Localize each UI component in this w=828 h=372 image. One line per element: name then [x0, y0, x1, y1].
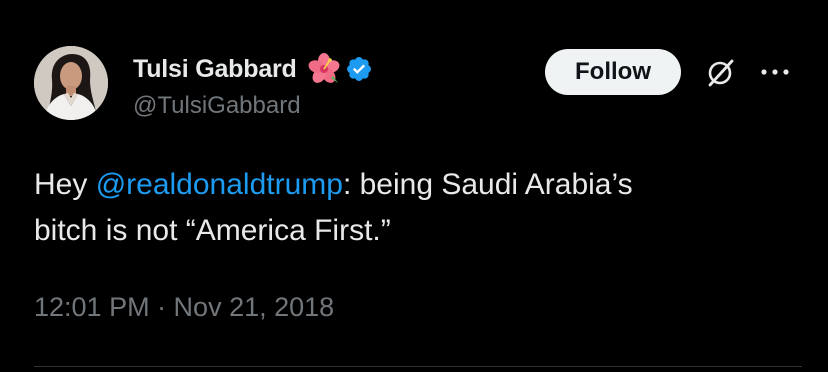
verified-badge-icon[interactable] [345, 55, 373, 83]
more-dots-icon[interactable] [758, 62, 792, 82]
grok-slash-icon[interactable] [703, 56, 737, 90]
tweet-line-1: Hey @realdonaldtrump: being Saudi Arabia… [34, 162, 804, 208]
display-name[interactable]: Tulsi Gabbard [133, 55, 297, 84]
divider [34, 366, 802, 367]
tweet-line-2: bitch is not “America First.” [34, 214, 391, 247]
tweet-text: Hey @realdonaldtrump: being Saudi Arabia… [34, 162, 804, 254]
tweet-text-prefix: Hey [34, 168, 96, 201]
avatar-photo [34, 46, 108, 120]
avatar[interactable] [34, 46, 108, 120]
follow-button[interactable]: Follow [545, 49, 681, 95]
author-name-row: Tulsi Gabbard [133, 52, 373, 86]
author-handle[interactable]: @TulsiGabbard [133, 92, 301, 120]
tweet-text-suffix: : being Saudi Arabia’s [342, 168, 633, 201]
hibiscus-flower-icon [307, 52, 341, 86]
tweet-timestamp[interactable]: 12:01 PM · Nov 21, 2018 [34, 292, 334, 323]
mention-link[interactable]: @realdonaldtrump [96, 168, 343, 201]
tweet-card: Tulsi Gabbard @TulsiGabbard Follow Hey @… [0, 0, 828, 372]
